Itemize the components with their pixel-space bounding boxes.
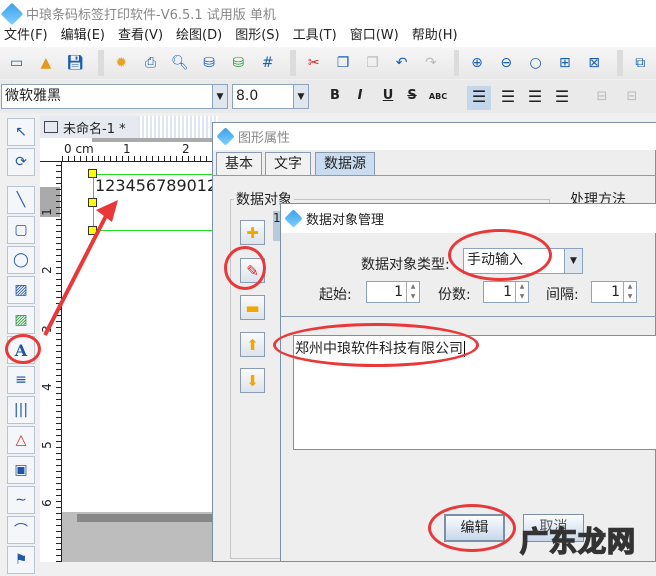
watermark: 广东龙网 [519,524,637,559]
annotation-arrow [43,200,118,336]
